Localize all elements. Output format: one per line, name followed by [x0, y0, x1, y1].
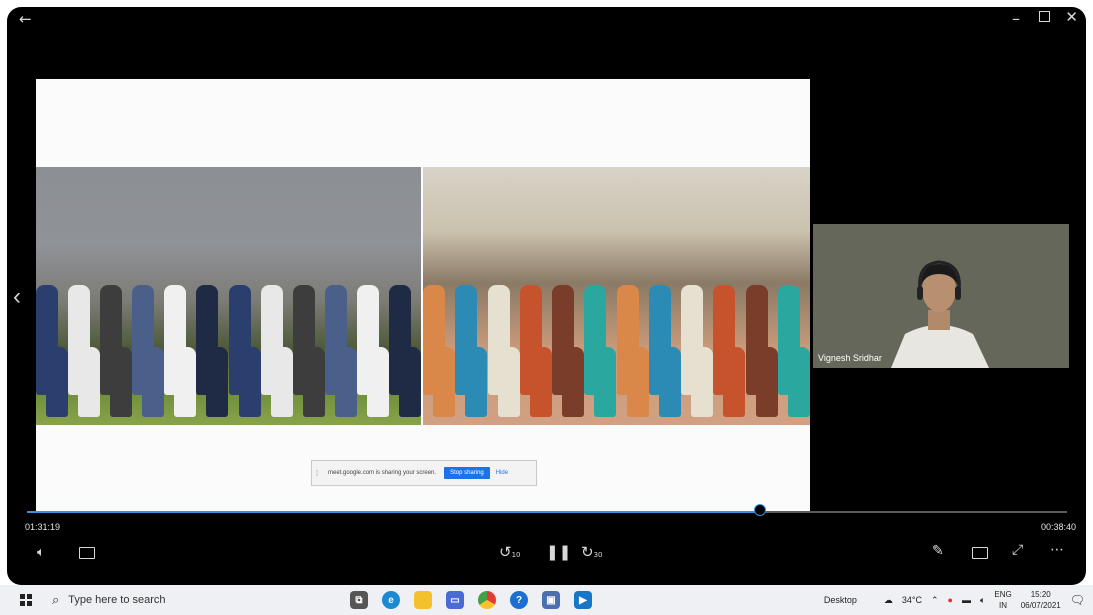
- edge-icon[interactable]: e: [382, 591, 400, 609]
- taskbar-search[interactable]: ⌕ Type here to search: [52, 585, 302, 615]
- clock-time: 15:20: [1030, 590, 1051, 599]
- miniplayer-icon[interactable]: [972, 547, 988, 559]
- search-icon: ⌕: [52, 592, 60, 607]
- taskbar: ⌕ Type here to search ⧉ e ▭ ? ▣ ▶ Deskto…: [0, 585, 1093, 615]
- person-figure: [398, 347, 421, 417]
- participant-name: Vignesh Sridhar: [818, 353, 882, 363]
- person-figure: [433, 347, 455, 417]
- current-time: 01:31:19: [25, 522, 61, 532]
- person-figure: [723, 347, 746, 417]
- weather-temp[interactable]: 34°C: [902, 595, 922, 605]
- group-photo-left: [36, 167, 421, 425]
- drag-handle-icon[interactable]: ⁞: [312, 469, 322, 478]
- chevron-up-icon[interactable]: ⌃: [931, 595, 939, 606]
- person-figure: [562, 347, 584, 417]
- participant-video: [813, 224, 1069, 368]
- person-figure: [334, 347, 357, 417]
- fullscreen-icon[interactable]: ⤢: [1012, 542, 1023, 558]
- screen-share-bar: ⁞ meet.google.com is sharing your screen…: [311, 460, 537, 486]
- movies-tv-icon[interactable]: ▶: [574, 591, 592, 609]
- person-figure: [78, 347, 101, 417]
- captions-icon[interactable]: [79, 547, 95, 559]
- group-photo-right: [423, 167, 810, 425]
- meet-icon[interactable]: ▭: [446, 591, 464, 609]
- volume-tray-icon[interactable]: 🔈︎: [980, 595, 985, 606]
- person-figure: [206, 347, 229, 417]
- share-message: meet.google.com is sharing your screen.: [328, 470, 437, 476]
- person-figure: [46, 347, 68, 417]
- taskbar-apps: ⧉ e ▭ ? ▣ ▶: [350, 591, 592, 609]
- person-figure: [465, 347, 488, 417]
- person-figure: [238, 347, 261, 417]
- back-arrow-icon[interactable]: ←: [19, 10, 32, 28]
- shared-slide: ⁞ meet.google.com is sharing your screen…: [36, 79, 810, 513]
- search-placeholder: Type here to search: [68, 594, 166, 606]
- person-figure: [691, 347, 713, 417]
- pause-icon[interactable]: ❚❚: [546, 543, 571, 561]
- chevron-left-icon[interactable]: ‹: [13, 283, 21, 311]
- minimize-icon[interactable]: –: [1012, 9, 1020, 28]
- desktop-label[interactable]: Desktop: [824, 595, 857, 605]
- person-figure: [302, 347, 325, 417]
- person-figure: [366, 347, 389, 417]
- volume-icon[interactable]: 🔈︎: [37, 545, 45, 560]
- rewind-label: 10: [511, 551, 521, 559]
- remaining-time: 00:38:40: [1040, 522, 1076, 532]
- chrome-icon[interactable]: [478, 591, 496, 609]
- person-figure: [529, 347, 552, 417]
- language-bottom: IN: [999, 601, 1008, 610]
- hide-button[interactable]: Hide: [496, 470, 508, 476]
- person-figure: [174, 347, 197, 417]
- person-figure: [658, 347, 681, 417]
- participant-camera-tile: Vignesh Sridhar: [813, 224, 1069, 368]
- language-top: ENG: [994, 590, 1012, 599]
- seek-bar-progress: [27, 511, 761, 513]
- seek-bar-thumb[interactable]: [754, 504, 767, 516]
- person-figure: [142, 347, 165, 417]
- more-icon[interactable]: ⋯: [1050, 542, 1064, 558]
- task-view-icon[interactable]: ⧉: [350, 591, 368, 609]
- weather-icon[interactable]: ☁: [884, 595, 893, 606]
- stop-sharing-button[interactable]: Stop sharing: [444, 467, 490, 479]
- file-explorer-icon[interactable]: [414, 591, 432, 609]
- language-indicator[interactable]: ENG IN: [994, 589, 1011, 611]
- person-figure: [787, 347, 810, 417]
- rewind-10-icon[interactable]: ↺10: [499, 543, 521, 561]
- windows-start-icon[interactable]: [20, 594, 32, 606]
- person-figure: [626, 347, 649, 417]
- clock[interactable]: 15:20 06/07/2021: [1021, 589, 1061, 611]
- people-group-left: [36, 265, 421, 425]
- person-figure: [497, 347, 520, 417]
- system-tray: Desktop ☁ 34°C ⌃ ● ▬ 🔈︎ ENG IN 15:20 06/…: [824, 585, 1085, 615]
- forward-30-icon[interactable]: ↻30: [581, 543, 603, 561]
- maximize-icon[interactable]: [1039, 11, 1050, 22]
- help-icon[interactable]: ?: [510, 591, 528, 609]
- notification-icon[interactable]: 🗨︎: [1070, 593, 1085, 607]
- person-figure: [594, 347, 617, 417]
- pen-icon[interactable]: ✎: [932, 543, 944, 559]
- people-group-right: [423, 265, 810, 425]
- close-icon[interactable]: ✕: [1065, 8, 1078, 26]
- media-player-window: ← – ✕ ⁞ meet.google.com is sharing your …: [7, 7, 1086, 585]
- person-figure: [110, 347, 133, 417]
- tray-app-icon[interactable]: ●: [948, 595, 953, 605]
- clock-date: 06/07/2021: [1020, 601, 1061, 610]
- app-icon[interactable]: ▣: [542, 591, 560, 609]
- person-figure: [755, 347, 778, 417]
- forward-label: 30: [593, 551, 603, 559]
- person-figure: [270, 347, 293, 417]
- battery-icon[interactable]: ▬: [962, 595, 971, 605]
